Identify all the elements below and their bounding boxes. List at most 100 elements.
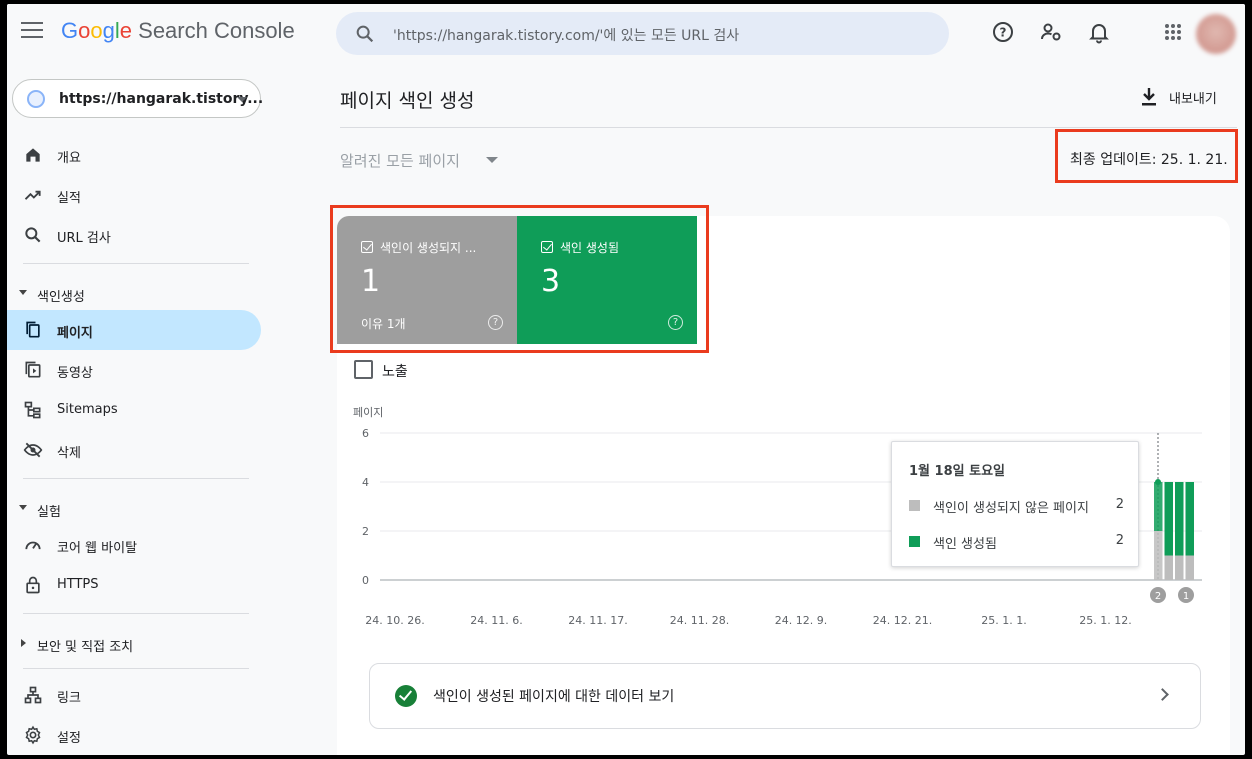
sidebar-divider xyxy=(23,263,249,264)
filter-dropdown-icon[interactable] xyxy=(486,157,498,163)
chart-bar xyxy=(1154,482,1163,531)
video-icon xyxy=(25,361,41,378)
check-circle-icon xyxy=(395,685,417,707)
home-icon xyxy=(26,148,40,162)
sidebar-item-label: 개요 xyxy=(57,151,81,166)
section-security-toggle[interactable]: 보안 및 직접 조치 xyxy=(7,628,261,658)
notifications-icon[interactable] xyxy=(1087,20,1111,44)
tooltip-row-value: 2 xyxy=(1115,497,1124,512)
links-icon xyxy=(24,686,42,704)
sidebar-divider xyxy=(23,613,249,614)
chart-bar xyxy=(1175,555,1184,580)
page-filter-dropdown[interactable]: 알려진 모든 페이지 xyxy=(340,150,460,171)
search-icon xyxy=(356,25,374,43)
property-selector[interactable]: https://hangarak.tistory... xyxy=(12,79,264,118)
y-tick-label: 4 xyxy=(362,476,369,489)
visibility-off-icon xyxy=(23,442,43,458)
globe-icon xyxy=(27,90,45,108)
sidebar-item-video[interactable]: 동영상 xyxy=(7,350,261,390)
url-inspect-search[interactable]: 'https://hangarak.tistory.com/'에 있는 모든 U… xyxy=(336,12,949,55)
legend-swatch xyxy=(909,536,920,547)
view-indexed-pages-text: 색인이 생성된 페이지에 대한 데이터 보기 xyxy=(433,689,675,705)
section-label: 색인생성 xyxy=(37,290,85,305)
sidebar-divider xyxy=(23,478,249,479)
sidebar-item-label: 링크 xyxy=(57,691,81,706)
x-tick-label: 24. 10. 26. xyxy=(365,614,424,627)
property-name: https://hangarak.tistory... xyxy=(59,91,264,107)
sidebar: https://hangarak.tistory... 개요 실적 URL 검사… xyxy=(7,64,272,755)
sidebar-item-https[interactable]: HTTPS xyxy=(7,565,261,605)
metrics-highlight xyxy=(330,205,709,353)
x-tick-label: 24. 12. 21. xyxy=(873,614,932,627)
trending-up-icon xyxy=(24,190,41,200)
speed-gauge-icon xyxy=(25,541,41,550)
sidebar-item-label: 코어 웹 바이탈 xyxy=(57,541,138,556)
x-tick-label: 25. 1. 12. xyxy=(1079,614,1131,627)
search-console-logo[interactable]: Google Search Console xyxy=(61,18,295,44)
chart-bar xyxy=(1164,555,1173,580)
page-title: 페이지 색인 생성 xyxy=(340,90,475,112)
sidebar-item-performance[interactable]: 실적 xyxy=(7,175,261,215)
annotation-label: 2 xyxy=(1155,591,1161,602)
sidebar-item-pages[interactable]: 페이지 xyxy=(7,310,261,350)
last-updated-highlight: 최종 업데이트: 25. 1. 21. xyxy=(1055,129,1238,183)
sidebar-item-label: 페이지 xyxy=(57,326,93,341)
section-indexing-toggle[interactable]: 색인생성 xyxy=(7,278,261,308)
pages-icon xyxy=(26,321,40,338)
google-wordmark: Google xyxy=(61,18,133,43)
chart-bar xyxy=(1175,482,1184,556)
search-icon xyxy=(25,227,41,243)
collapse-arrow-icon xyxy=(19,290,27,295)
sidebar-item-removals[interactable]: 삭제 xyxy=(7,430,261,470)
chart-bar xyxy=(1164,482,1173,556)
impressions-label: 노출 xyxy=(382,364,408,380)
tooltip-date: 1월 18일 토요일 xyxy=(909,464,1005,479)
account-avatar[interactable] xyxy=(1196,14,1236,54)
sidebar-divider xyxy=(23,668,249,669)
apps-grid-icon[interactable] xyxy=(1161,20,1185,44)
annotation-label: 1 xyxy=(1183,591,1189,602)
y-tick-label: 6 xyxy=(362,427,369,440)
x-tick-label: 24. 12. 9. xyxy=(775,614,827,627)
y-tick-label: 2 xyxy=(362,525,369,538)
sidebar-item-links[interactable]: 링크 xyxy=(7,675,261,715)
main-menu-icon[interactable] xyxy=(21,22,43,40)
chart-bar xyxy=(1154,531,1163,580)
section-label: 실험 xyxy=(37,505,61,520)
product-name: Search Console xyxy=(138,18,295,43)
header-divider xyxy=(340,127,1237,128)
chart-tooltip: 1월 18일 토요일 색인이 생성되지 않은 페이지 2 색인 생성됨 2 xyxy=(891,441,1139,567)
search-placeholder: 'https://hangarak.tistory.com/'에 있는 모든 U… xyxy=(393,28,740,44)
tooltip-row-label: 색인이 생성되지 않은 페이지 xyxy=(933,501,1089,516)
sidebar-item-label: 설정 xyxy=(57,731,81,746)
hover-point xyxy=(1155,479,1161,485)
x-tick-label: 24. 11. 17. xyxy=(568,614,627,627)
section-experience-toggle[interactable]: 실험 xyxy=(7,493,261,523)
manage-users-icon[interactable] xyxy=(1039,20,1063,44)
sidebar-item-core-web-vitals[interactable]: 코어 웹 바이탈 xyxy=(7,525,261,565)
sidebar-item-label: URL 검사 xyxy=(57,231,111,246)
y-tick-label: 0 xyxy=(362,574,369,587)
x-tick-label: 24. 11. 6. xyxy=(470,614,522,627)
checkbox-unchecked-icon[interactable] xyxy=(354,360,373,379)
collapse-arrow-icon xyxy=(19,505,27,510)
sidebar-item-settings[interactable]: 설정 xyxy=(7,715,261,755)
sitemap-icon xyxy=(24,401,41,419)
legend-swatch xyxy=(909,500,920,511)
view-indexed-pages-link[interactable]: 색인이 생성된 페이지에 대한 데이터 보기 xyxy=(369,663,1201,729)
section-label: 보안 및 직접 조치 xyxy=(37,640,134,655)
tooltip-row: 색인이 생성되지 않은 페이지 2 xyxy=(909,497,1124,516)
sidebar-item-overview[interactable]: 개요 xyxy=(7,135,261,175)
sidebar-item-label: 실적 xyxy=(57,191,81,206)
sidebar-item-label: 동영상 xyxy=(57,366,93,381)
dropdown-caret-icon xyxy=(237,97,247,102)
tooltip-row: 색인 생성됨 2 xyxy=(909,533,1124,552)
chart-bar xyxy=(1185,555,1194,580)
sidebar-item-url-inspection[interactable]: URL 검사 xyxy=(7,215,261,255)
svg-text:?: ? xyxy=(1000,26,1007,40)
help-icon[interactable]: ? xyxy=(991,20,1015,44)
sidebar-item-label: HTTPS xyxy=(57,577,99,592)
sidebar-item-sitemaps[interactable]: Sitemaps xyxy=(7,390,261,430)
last-updated-text: 최종 업데이트: 25. 1. 21. xyxy=(1070,152,1228,168)
tooltip-row-value: 2 xyxy=(1115,533,1124,548)
